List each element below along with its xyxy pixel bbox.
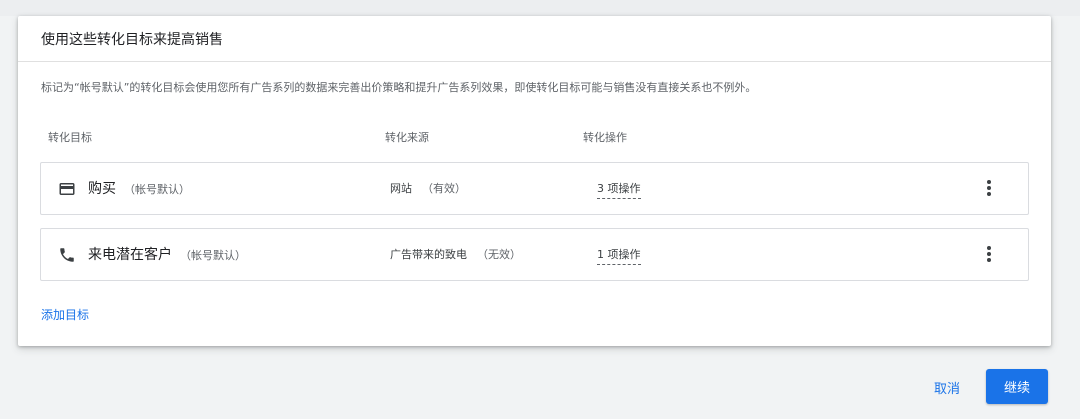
source-text: 网站 [390,182,412,195]
card-header: 使用这些转化目标来提高销售 [18,16,1051,62]
goal-source: 广告带来的致电 （无效） [390,246,521,262]
actions-link[interactable]: 3 项操作 [597,180,641,199]
source-status: （无效） [477,248,521,261]
top-strip [0,0,1080,16]
source-text: 广告带来的致电 [390,248,467,261]
column-header-source: 转化来源 [385,131,429,144]
goal-row-phone-leads[interactable]: 来电潜在客户 （帐号默认） 广告带来的致电 （无效） 1 项操作 [40,228,1029,281]
card-description: 标记为“帐号默认”的转化目标会使用您所有广告系列的数据来完善出价策略和提升广告系… [41,81,757,94]
goal-name-text: 购买 [88,181,116,197]
conversion-goals-card: 使用这些转化目标来提高销售 标记为“帐号默认”的转化目标会使用您所有广告系列的数… [18,16,1051,346]
goal-source: 网站 （有效） [390,180,466,196]
more-vert-icon[interactable] [980,244,998,264]
account-default-badge: （帐号默认） [180,249,246,262]
goal-row-purchase[interactable]: 购买 （帐号默认） 网站 （有效） 3 项操作 [40,162,1029,215]
continue-button[interactable]: 继续 [986,369,1048,404]
phone-icon [58,246,76,264]
cancel-button[interactable]: 取消 [922,376,972,398]
goal-name: 来电潜在客户 （帐号默认） [88,244,246,264]
card-title: 使用这些转化目标来提高销售 [41,31,223,48]
account-default-badge: （帐号默认） [124,183,190,196]
actions-link[interactable]: 1 项操作 [597,246,641,265]
column-header-goal: 转化目标 [48,131,92,144]
source-status: （有效） [422,182,466,195]
goal-name: 购买 （帐号默认） [88,178,190,198]
add-goal-link[interactable]: 添加目标 [41,306,89,323]
more-vert-icon[interactable] [980,178,998,198]
column-header-action: 转化操作 [583,131,627,144]
credit-card-icon [58,180,76,198]
goal-name-text: 来电潜在客户 [88,247,172,263]
